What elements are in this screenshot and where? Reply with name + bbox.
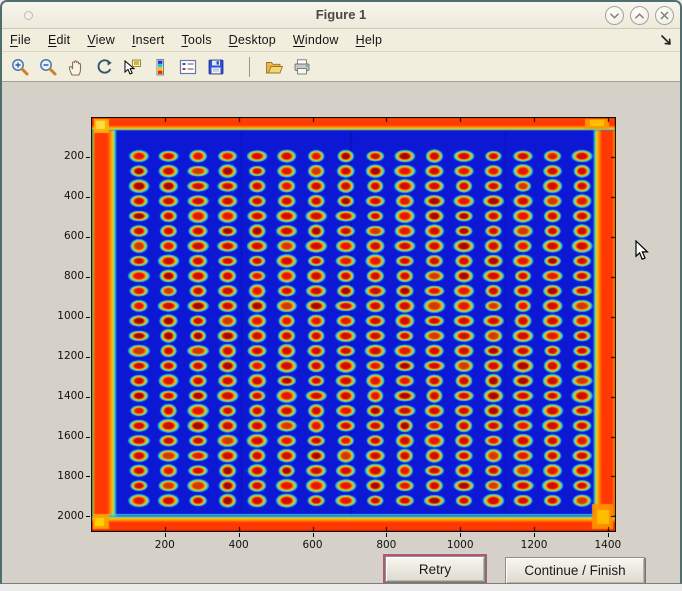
screenshot-stage: Figure 1 File Edit View Insert Tools Desktop W…	[0, 0, 682, 591]
x-tick	[534, 533, 535, 537]
x-tick-label: 1000	[440, 539, 480, 551]
x-tick-label: 1400	[588, 539, 628, 551]
y-tick-label: 400	[42, 190, 84, 202]
x-tick-label: 1200	[514, 539, 554, 551]
y-tick-label: 1400	[42, 390, 84, 402]
save-icon[interactable]	[205, 56, 226, 77]
dock-figure-icon[interactable]	[659, 33, 673, 47]
close-button[interactable]	[655, 6, 674, 25]
window-title: Figure 1	[2, 7, 680, 22]
mouse-cursor	[635, 240, 651, 262]
menu-item-edit[interactable]: Edit	[48, 33, 70, 47]
continue-finish-button[interactable]: Continue / Finish	[505, 557, 645, 584]
y-tick	[86, 476, 90, 477]
menu-item-file[interactable]: File	[10, 33, 31, 47]
y-tick-label: 200	[42, 150, 84, 162]
y-tick-label: 1200	[42, 350, 84, 362]
y-tick-label: 2000	[42, 510, 84, 522]
pan-icon[interactable]	[65, 56, 86, 77]
y-tick-label: 1800	[42, 470, 84, 482]
plate-heatmap-image	[91, 117, 616, 532]
x-tick	[386, 533, 387, 537]
menu-item-help[interactable]: Help	[356, 33, 383, 47]
menu-item-tools[interactable]: Tools	[181, 33, 211, 47]
y-tick-label: 1000	[42, 310, 84, 322]
open-icon[interactable]	[263, 56, 284, 77]
y-tick	[86, 397, 90, 398]
x-tick	[313, 533, 314, 537]
menubar: File Edit View Insert Tools Desktop Window Help	[2, 29, 680, 52]
y-tick-label: 800	[42, 270, 84, 282]
menu-item-insert[interactable]: Insert	[132, 33, 164, 47]
y-tick	[86, 317, 90, 318]
colorbar-icon[interactable]	[149, 56, 170, 77]
data-cursor-icon[interactable]	[121, 56, 142, 77]
print-icon[interactable]	[291, 56, 312, 77]
retry-button-highlight: Retry	[383, 554, 487, 584]
x-tick	[239, 533, 240, 537]
legend-icon[interactable]	[177, 56, 198, 77]
x-tick	[460, 533, 461, 537]
toolbar-separator	[249, 57, 250, 77]
y-tick	[86, 237, 90, 238]
titlebar[interactable]: Figure 1	[2, 2, 680, 29]
y-tick	[86, 516, 90, 517]
menu-item-desktop[interactable]: Desktop	[229, 33, 276, 47]
y-tick	[86, 357, 90, 358]
x-tick-label: 200	[145, 539, 185, 551]
toolbar	[2, 52, 680, 82]
y-tick	[86, 197, 90, 198]
menu-item-window[interactable]: Window	[293, 33, 339, 47]
x-tick	[608, 533, 609, 537]
retry-button[interactable]: Retry	[385, 556, 485, 582]
menu-item-view[interactable]: View	[87, 33, 115, 47]
figure-window: Figure 1 File Edit View Insert Tools Desktop W…	[0, 0, 682, 584]
x-tick-label: 800	[366, 539, 406, 551]
y-tick	[86, 437, 90, 438]
x-tick-label: 600	[293, 539, 333, 551]
window-controls	[605, 6, 674, 25]
x-tick-label: 400	[219, 539, 259, 551]
figure-area: 200 400 600 800 1000 1200 1400 200 400 600 800 1000…	[2, 82, 680, 583]
y-tick	[86, 277, 90, 278]
zoom-out-icon[interactable]	[37, 56, 58, 77]
y-tick-label: 600	[42, 230, 84, 242]
rotate-3d-icon[interactable]	[93, 56, 114, 77]
y-tick-label: 1600	[42, 430, 84, 442]
y-tick	[86, 157, 90, 158]
desktop-background	[0, 584, 682, 591]
x-tick	[165, 533, 166, 537]
zoom-in-icon[interactable]	[9, 56, 30, 77]
maximize-button[interactable]	[630, 6, 649, 25]
minimize-button[interactable]	[605, 6, 624, 25]
